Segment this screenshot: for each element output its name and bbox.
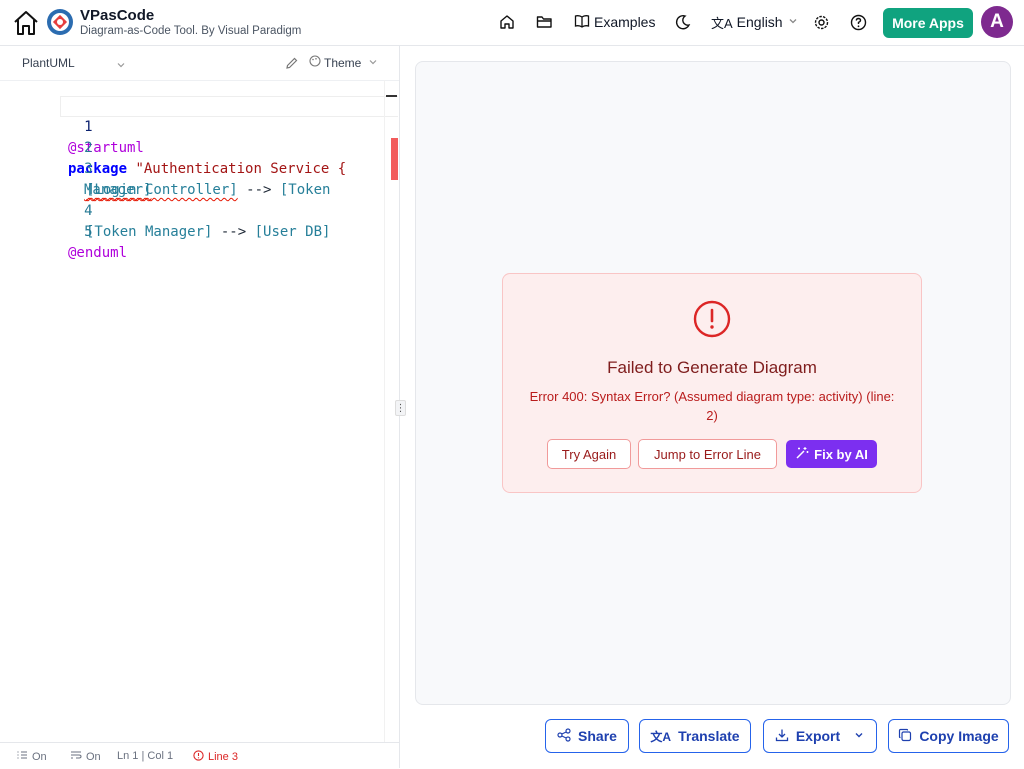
arrow: --> <box>212 224 255 240</box>
palette-icon <box>309 55 321 70</box>
examples-button[interactable]: Examples <box>574 12 655 32</box>
app-logo <box>46 8 74 36</box>
error-line-label: Line 3 <box>208 751 238 763</box>
line-text: @enduml <box>68 245 128 261</box>
editor-pane: PlantUML Theme 1 @startuml 2 package "Au… <box>0 46 400 768</box>
error-icon <box>693 300 731 338</box>
component-ref: [User DB] <box>254 224 331 240</box>
translate-icon: 文A <box>711 15 733 31</box>
wrapped-text: Manager] <box>84 182 152 198</box>
line-numbers-state: On <box>32 750 47 763</box>
word-wrap-toggle[interactable]: On <box>70 750 101 763</box>
chevron-down-icon <box>787 14 799 30</box>
line-numbers-toggle[interactable]: On <box>17 750 47 763</box>
share-icon <box>557 727 571 745</box>
cursor-position: Ln 1 | Col 1 <box>117 750 174 762</box>
book-icon <box>574 13 590 32</box>
editor-statusbar: On On Ln 1 | Col 1 Line 3 <box>0 742 399 769</box>
error-message: Error 400: Syntax Error? (Assumed diagra… <box>529 389 895 423</box>
copy-image-button[interactable]: Copy Image <box>888 719 1009 753</box>
copy-icon <box>898 728 912 745</box>
magic-wand-icon <box>795 446 809 463</box>
editor-toolbar: PlantUML Theme <box>0 46 399 81</box>
error-card: Failed to Generate Diagram Error 400: Sy… <box>502 273 922 493</box>
wrap-state: On <box>86 750 101 763</box>
line-number: 2 <box>84 140 93 156</box>
pane-splitter-handle[interactable]: ⋮ <box>395 400 406 416</box>
translate-icon: 文A <box>650 729 672 744</box>
current-line-highlight <box>60 96 398 117</box>
code-line: 1 @startuml <box>0 96 144 156</box>
share-label: Share <box>578 728 617 744</box>
home-icon[interactable] <box>12 9 40 37</box>
fix-by-ai-label: Fix by AI <box>814 446 868 462</box>
dark-mode-icon[interactable] <box>673 12 693 32</box>
examples-label: Examples <box>594 14 656 30</box>
line-number: 3 <box>84 161 93 177</box>
translate-label: Translate <box>678 728 740 744</box>
avatar[interactable]: A <box>981 6 1013 38</box>
language-selector[interactable]: 文A English <box>711 12 799 32</box>
diagram-language-select[interactable]: PlantUML <box>22 56 75 70</box>
code-line: 2 package "Authentication Service { <box>0 117 346 177</box>
pencil-icon[interactable] <box>285 56 299 75</box>
theme-selector[interactable]: Theme <box>309 55 378 70</box>
gear-icon[interactable] <box>811 12 831 32</box>
export-label: Export <box>795 728 841 744</box>
wrap-icon <box>70 750 82 763</box>
try-again-button[interactable]: Try Again <box>547 439 631 469</box>
folder-icon[interactable] <box>534 12 554 32</box>
error-marker[interactable] <box>391 138 398 180</box>
arrow: --> <box>237 182 280 198</box>
app-header: VPasCode Diagram-as-Code Tool. By Visual… <box>0 0 1024 46</box>
help-icon[interactable] <box>848 12 868 32</box>
fix-by-ai-button[interactable]: Fix by AI <box>786 440 877 468</box>
copy-image-label: Copy Image <box>919 728 999 744</box>
cursor-marker <box>386 95 397 97</box>
line-number: 1 <box>84 119 93 135</box>
component-ref: [Token Manager] <box>86 224 213 240</box>
home-nav-icon[interactable] <box>497 12 517 32</box>
error-circle-icon <box>193 750 204 764</box>
chevron-down-icon[interactable] <box>116 57 126 75</box>
code-line-wrap: Manager] <box>0 159 151 198</box>
language-label: English <box>736 14 783 30</box>
error-title: Failed to Generate Diagram <box>607 358 817 377</box>
brand-subtitle: Diagram-as-Code Tool. By Visual Paradigm <box>80 25 302 37</box>
download-icon <box>775 728 789 745</box>
code-line: 3 [Login Controller] --> [Token <box>0 138 330 198</box>
chevron-down-icon <box>368 56 378 70</box>
jump-to-error-button[interactable]: Jump to Error Line <box>638 439 777 469</box>
code-line: 5 @enduml <box>0 201 127 261</box>
export-button[interactable]: Export <box>763 719 877 753</box>
translate-button[interactable]: 文A Translate <box>639 719 751 753</box>
code-line: 4 [Token Manager] --> [User DB] <box>0 180 330 240</box>
more-apps-button[interactable]: More Apps <box>883 8 973 38</box>
error-line-link[interactable]: Line 3 <box>193 750 238 764</box>
share-button[interactable]: Share <box>545 719 629 753</box>
component-ref: [Token <box>279 182 331 198</box>
string-literal: "Authentication Service { <box>127 161 347 177</box>
chevron-down-icon[interactable] <box>853 728 865 744</box>
list-numbered-icon <box>17 750 28 763</box>
brand-title: VPasCode <box>80 7 155 24</box>
theme-label: Theme <box>324 55 362 70</box>
line-number: 5 <box>84 224 93 240</box>
line-number: 4 <box>84 203 93 219</box>
